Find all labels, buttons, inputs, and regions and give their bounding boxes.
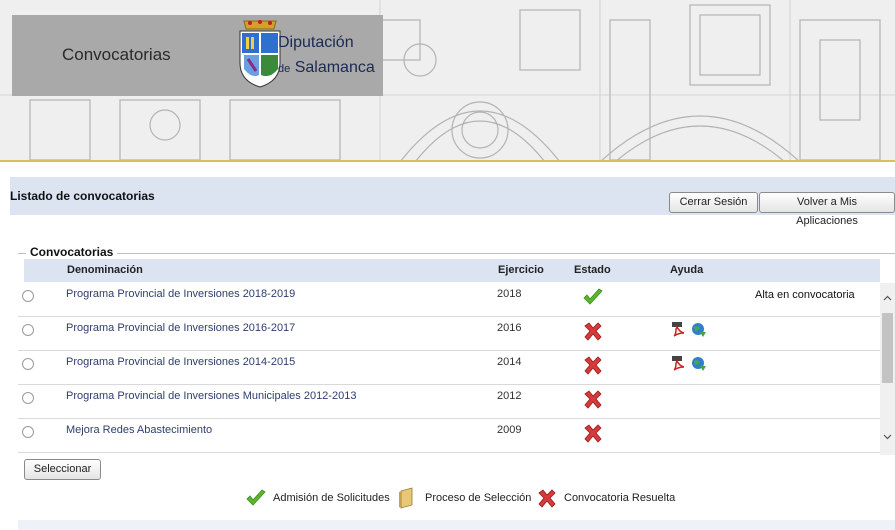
web-link-icon[interactable] [691,322,707,338]
crest-icon [239,20,281,88]
header-banner: Convocatorias Diputación de Salamanca [0,0,895,162]
chevron-down-icon[interactable] [882,431,893,442]
column-estado: Estado [574,264,611,276]
select-button[interactable]: Seleccionar [24,459,101,480]
header-divider [0,160,895,162]
cross-icon [538,489,556,508]
app-title: Convocatorias [62,45,171,64]
brand-panel: Convocatorias Diputación de Salamanca [12,15,383,96]
check-icon [246,489,266,506]
cross-icon [584,390,602,409]
cross-icon [584,424,602,443]
org-name-line1: Diputación [278,34,354,51]
row-name: Programa Provincial de Inversiones 2014-… [66,356,296,368]
fieldset-legend: Convocatorias [26,245,118,259]
row-radio[interactable] [22,324,34,336]
legend-resuelta-label: Convocatoria Resuelta [564,492,676,504]
cross-icon [584,356,602,375]
column-ayuda: Ayuda [670,264,704,276]
org-name-prefix: de [278,63,291,75]
org-name-line2: de Salamanca [278,59,375,77]
row-radio[interactable] [22,358,34,370]
row-name: Programa Provincial de Inversiones 2018-… [66,288,296,300]
footer-band [18,520,895,530]
row-year: 2014 [497,356,522,368]
row-name: Mejora Redes Abastecimiento [66,424,213,436]
logout-button[interactable]: Cerrar Sesión [669,192,758,213]
cross-icon [584,322,602,341]
folder-icon [399,487,413,509]
legend-admision-label: Admisión de Solicitudes [273,492,390,504]
back-to-apps-button[interactable]: Volver a Mis Aplicaciones [759,192,895,227]
legend-seleccion-label: Proceso de Selección [425,492,532,504]
row-year: 2009 [497,424,522,436]
chevron-up-icon[interactable] [882,293,893,304]
pdf-icon[interactable] [671,321,687,337]
pdf-icon[interactable] [671,355,687,371]
row-year: 2018 [497,288,522,300]
table-row[interactable]: Programa Provincial de Inversiones Munic… [18,385,880,419]
row-name: Programa Provincial de Inversiones 2016-… [66,322,296,334]
list-scrollbar[interactable] [880,283,895,455]
table-row[interactable]: Programa Provincial de Inversiones 2016-… [18,317,880,351]
row-note: Alta en convocatoria [755,289,855,301]
table-row[interactable]: Mejora Redes Abastecimiento 2009 [18,419,880,453]
row-radio[interactable] [22,426,34,438]
row-year: 2012 [497,390,522,402]
row-radio[interactable] [22,290,34,302]
web-link-icon[interactable] [691,356,707,372]
convocatorias-list: Programa Provincial de Inversiones 2018-… [18,283,880,455]
table-row[interactable]: Programa Provincial de Inversiones 2018-… [18,283,880,317]
row-radio[interactable] [22,392,34,404]
title-bar: Listado de convocatorias Cerrar Sesión V… [10,177,895,227]
column-denominacion: Denominación [67,264,143,276]
scrollbar-thumb[interactable] [882,313,893,383]
row-year: 2016 [497,322,522,334]
check-icon [583,288,603,305]
page-title: Listado de convocatorias [10,189,155,203]
table-header: Denominación Ejercicio Estado Ayuda [24,259,880,282]
table-row[interactable]: Programa Provincial de Inversiones 2014-… [18,351,880,385]
column-ejercicio: Ejercicio [498,264,544,276]
row-name: Programa Provincial de Inversiones Munic… [66,390,357,402]
org-name-city: Salamanca [294,59,375,76]
